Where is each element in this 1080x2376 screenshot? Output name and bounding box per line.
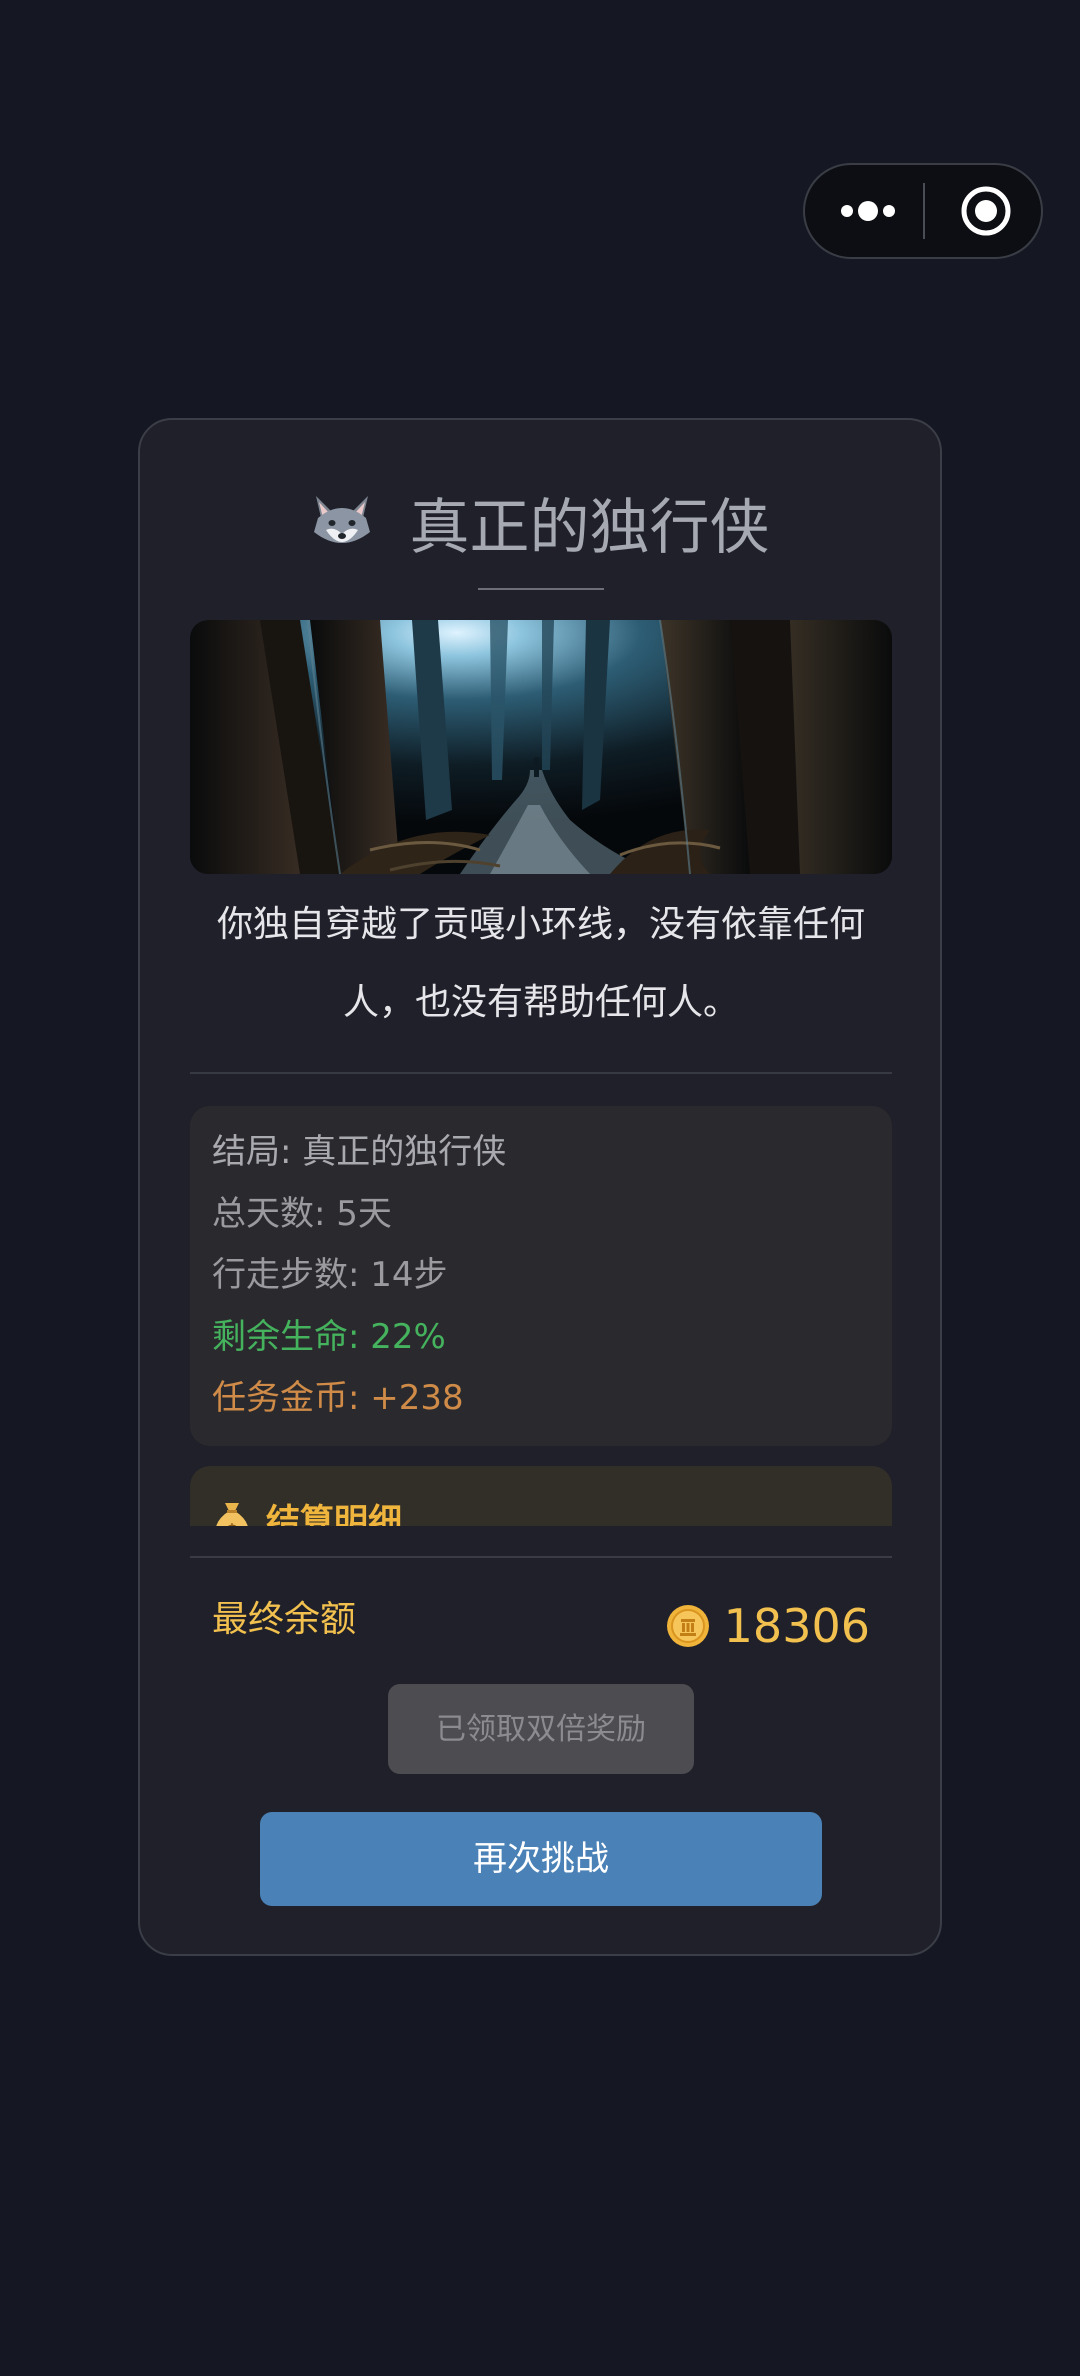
divider <box>190 1072 892 1074</box>
stat-life: 剩余生命: 22% <box>212 1316 446 1357</box>
dot <box>883 205 895 217</box>
miniprogram-capsule <box>803 163 1043 259</box>
ending-card: 真正的独行侠 你独自穿越了贡嘎小环线，没有依靠任何人，也没有帮助任何人。 结局:… <box>138 418 942 1956</box>
card-title: 真正的独行侠 <box>409 493 770 564</box>
gold-coin-icon <box>666 1604 710 1648</box>
dot <box>841 205 853 217</box>
final-balance: 18306 <box>666 1592 870 1660</box>
double-reward-claimed-button[interactable]: 已领取双倍奖励 <box>388 1684 694 1774</box>
stat-ending: 结局: 真正的独行侠 <box>212 1132 507 1172</box>
stat-steps: 行走步数: 14步 <box>212 1255 448 1295</box>
retry-button[interactable]: 再次挑战 <box>260 1812 822 1906</box>
settlement-details-header: $ 结算明细 <box>212 1492 402 1526</box>
card-title-row: 真正的独行侠 <box>140 480 940 570</box>
stat-days: 总天数: 5天 <box>212 1193 392 1234</box>
scene-image <box>190 620 892 874</box>
dot <box>858 201 878 221</box>
stat-gold: 任务金币: +238 <box>212 1378 464 1418</box>
ending-description: 你独自穿越了贡嘎小环线，没有依靠任何人，也没有帮助任何人。 <box>216 904 865 1023</box>
title-underline <box>478 588 604 590</box>
final-balance-amount: 18306 <box>723 1599 870 1653</box>
stats-panel: 结局: 真正的独行侠 总天数: 5天 行走步数: 14步 剩余生命: 22% 任… <box>190 1106 892 1446</box>
money-bag-icon: $ <box>212 1499 252 1527</box>
capsule-divider <box>923 183 925 239</box>
target-circle-icon[interactable] <box>959 184 1013 238</box>
wolf-face-icon <box>310 491 374 555</box>
divider <box>190 1556 892 1558</box>
more-dots-icon[interactable] <box>839 165 897 257</box>
settlement-details-panel[interactable]: $ 结算明细 <box>190 1466 892 1526</box>
final-balance-label: 最终余额 <box>212 1599 357 1640</box>
settlement-details-label: 结算明细 <box>266 1502 402 1526</box>
svg-text:$: $ <box>226 1520 237 1527</box>
